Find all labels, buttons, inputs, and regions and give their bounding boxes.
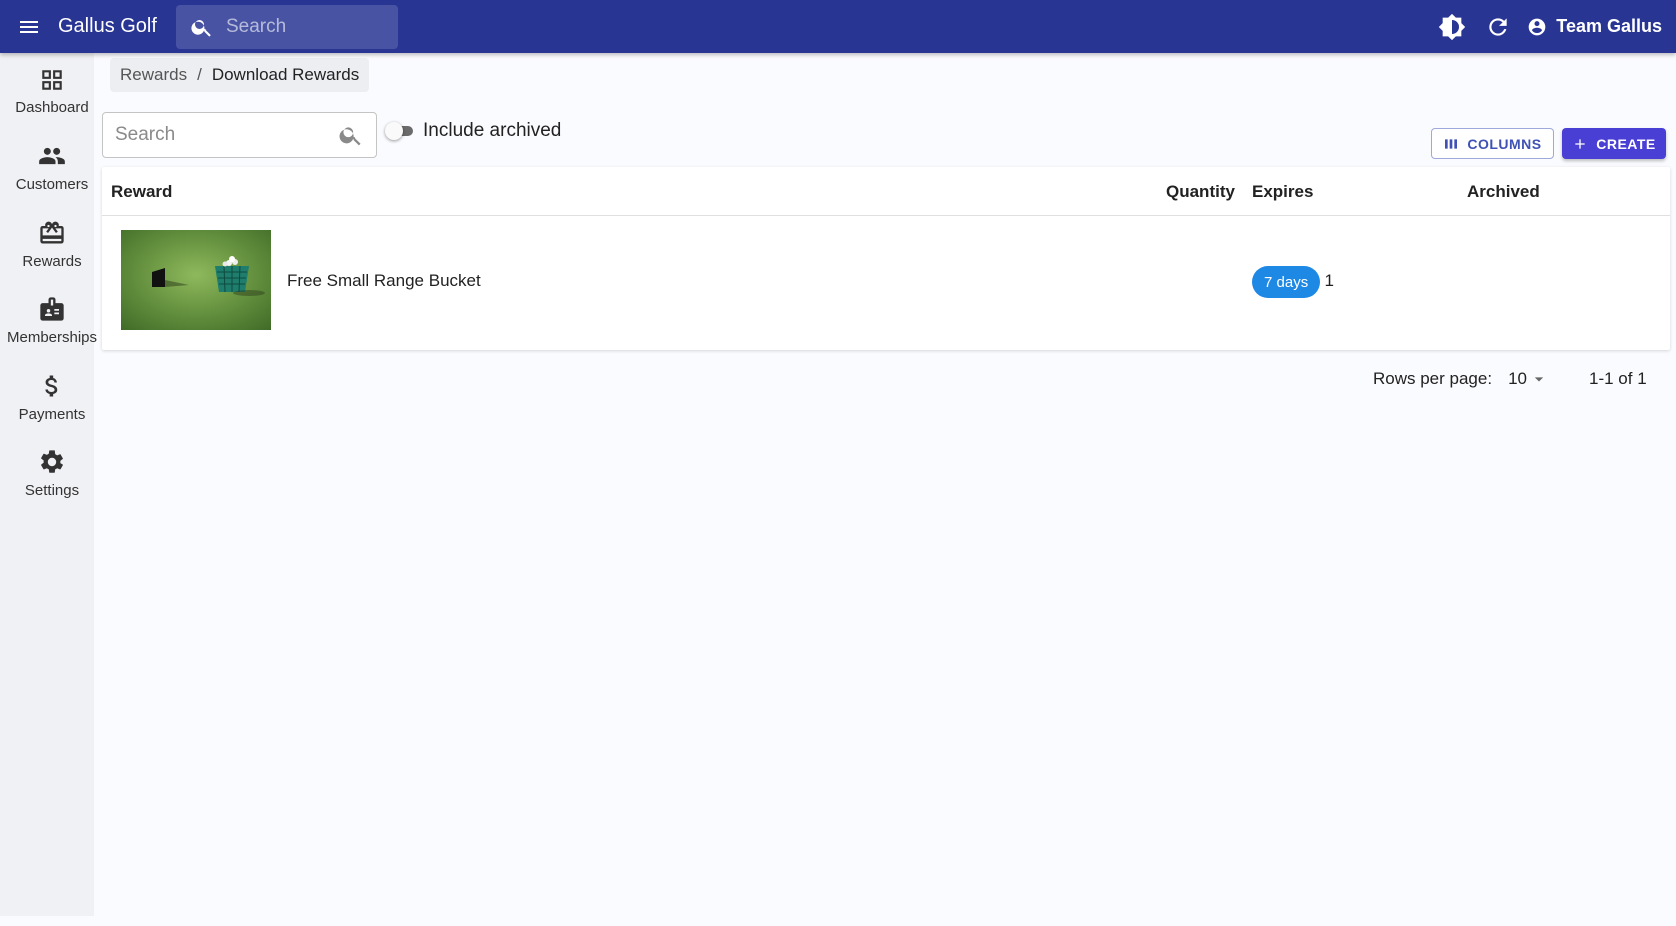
account-circle-icon — [1528, 18, 1546, 35]
menu-icon — [20, 20, 38, 33]
table-row[interactable]: Free Small Range Bucket 1 7 days — [102, 216, 1670, 350]
columns-button[interactable]: COLUMNS — [1431, 128, 1554, 159]
user-name: Team Gallus — [1556, 16, 1662, 36]
breadcrumb-current: Download Rewards — [211, 65, 360, 84]
sidebar-item-customers[interactable]: Customers — [0, 130, 104, 207]
theme-toggle-button[interactable] — [1429, 4, 1475, 50]
include-archived-switch[interactable] — [385, 122, 415, 140]
include-archived-label: Include archived — [423, 120, 562, 141]
breadcrumb: Rewards / Download Rewards — [110, 58, 370, 92]
sidebar-item-label: Memberships — [6, 329, 98, 347]
column-header-archived[interactable]: Archived — [1467, 182, 1540, 202]
global-search[interactable] — [176, 4, 398, 49]
reward-thumbnail — [121, 230, 271, 330]
rewards-table: Reward Quantity Expires Archived Free Sm… — [102, 167, 1670, 350]
create-button[interactable]: CREATE — [1562, 128, 1666, 159]
list-search-field[interactable] — [102, 112, 377, 158]
include-archived-toggle[interactable]: Include archived — [385, 120, 562, 142]
people-icon — [39, 148, 65, 165]
dollar-icon — [45, 375, 58, 397]
breadcrumb-separator: / — [197, 65, 202, 84]
add-icon — [1575, 138, 1585, 149]
global-search-input[interactable] — [226, 15, 386, 38]
app-title: Gallus Golf — [58, 15, 157, 37]
sidebar-item-dashboard[interactable]: Dashboard — [0, 53, 104, 130]
column-header-quantity[interactable]: Quantity — [1166, 182, 1235, 202]
rows-per-page-select[interactable]: 10 — [1508, 369, 1549, 389]
rows-per-page-label: Rows per page: — [1373, 369, 1493, 388]
breadcrumb-link-rewards[interactable]: Rewards — [120, 65, 187, 85]
sidebar-item-memberships[interactable]: Memberships — [0, 283, 104, 360]
arrow-drop-down-icon — [1534, 377, 1544, 382]
refresh-icon — [1489, 17, 1507, 36]
sidebar-item-rewards[interactable]: Rewards — [0, 206, 104, 283]
sidebar-item-label: Settings — [24, 482, 80, 500]
badge-icon — [40, 297, 64, 321]
column-header-expires[interactable]: Expires — [1252, 182, 1313, 202]
sidebar-item-payments[interactable]: Payments — [0, 359, 104, 436]
gear-icon — [41, 450, 63, 474]
columns-button-label: COLUMNS — [1467, 135, 1542, 152]
create-button-label: CREATE — [1596, 135, 1656, 152]
reward-name: Free Small Range Bucket — [287, 271, 481, 290]
list-search-input[interactable] — [115, 124, 325, 146]
page-range: 1-1 of 1 — [1589, 369, 1647, 388]
table-header: Reward Quantity Expires Archived — [102, 167, 1670, 216]
sidebar-item-label: Payments — [18, 405, 86, 423]
search-icon — [339, 127, 361, 146]
dashboard-icon — [42, 70, 62, 90]
sidebar-item-label: Rewards — [22, 252, 82, 270]
search-icon — [191, 19, 211, 37]
sidebar-item-label: Customers — [15, 176, 89, 194]
gift-card-icon — [40, 221, 64, 244]
pagination: Rows per page: 10 1-1 of 1 — [1373, 369, 1647, 389]
rows-per-page-value: 10 — [1508, 369, 1527, 388]
expires-chip: 7 days — [1252, 266, 1321, 298]
brightness-icon — [1439, 13, 1466, 40]
refresh-button[interactable] — [1475, 4, 1521, 50]
column-header-reward[interactable]: Reward — [111, 182, 172, 202]
menu-button[interactable] — [0, 0, 58, 53]
sidebar: Dashboard Customers Rewards Memberships … — [0, 53, 97, 916]
app-bar: Gallus Golf Team Gallus — [0, 0, 1676, 53]
sidebar-item-label: Dashboard — [15, 98, 89, 116]
sidebar-item-settings[interactable]: Settings — [0, 436, 104, 513]
view-column-icon — [1445, 138, 1458, 149]
switch-thumb — [385, 122, 403, 140]
user-menu-button[interactable]: Team Gallus — [1527, 16, 1662, 37]
